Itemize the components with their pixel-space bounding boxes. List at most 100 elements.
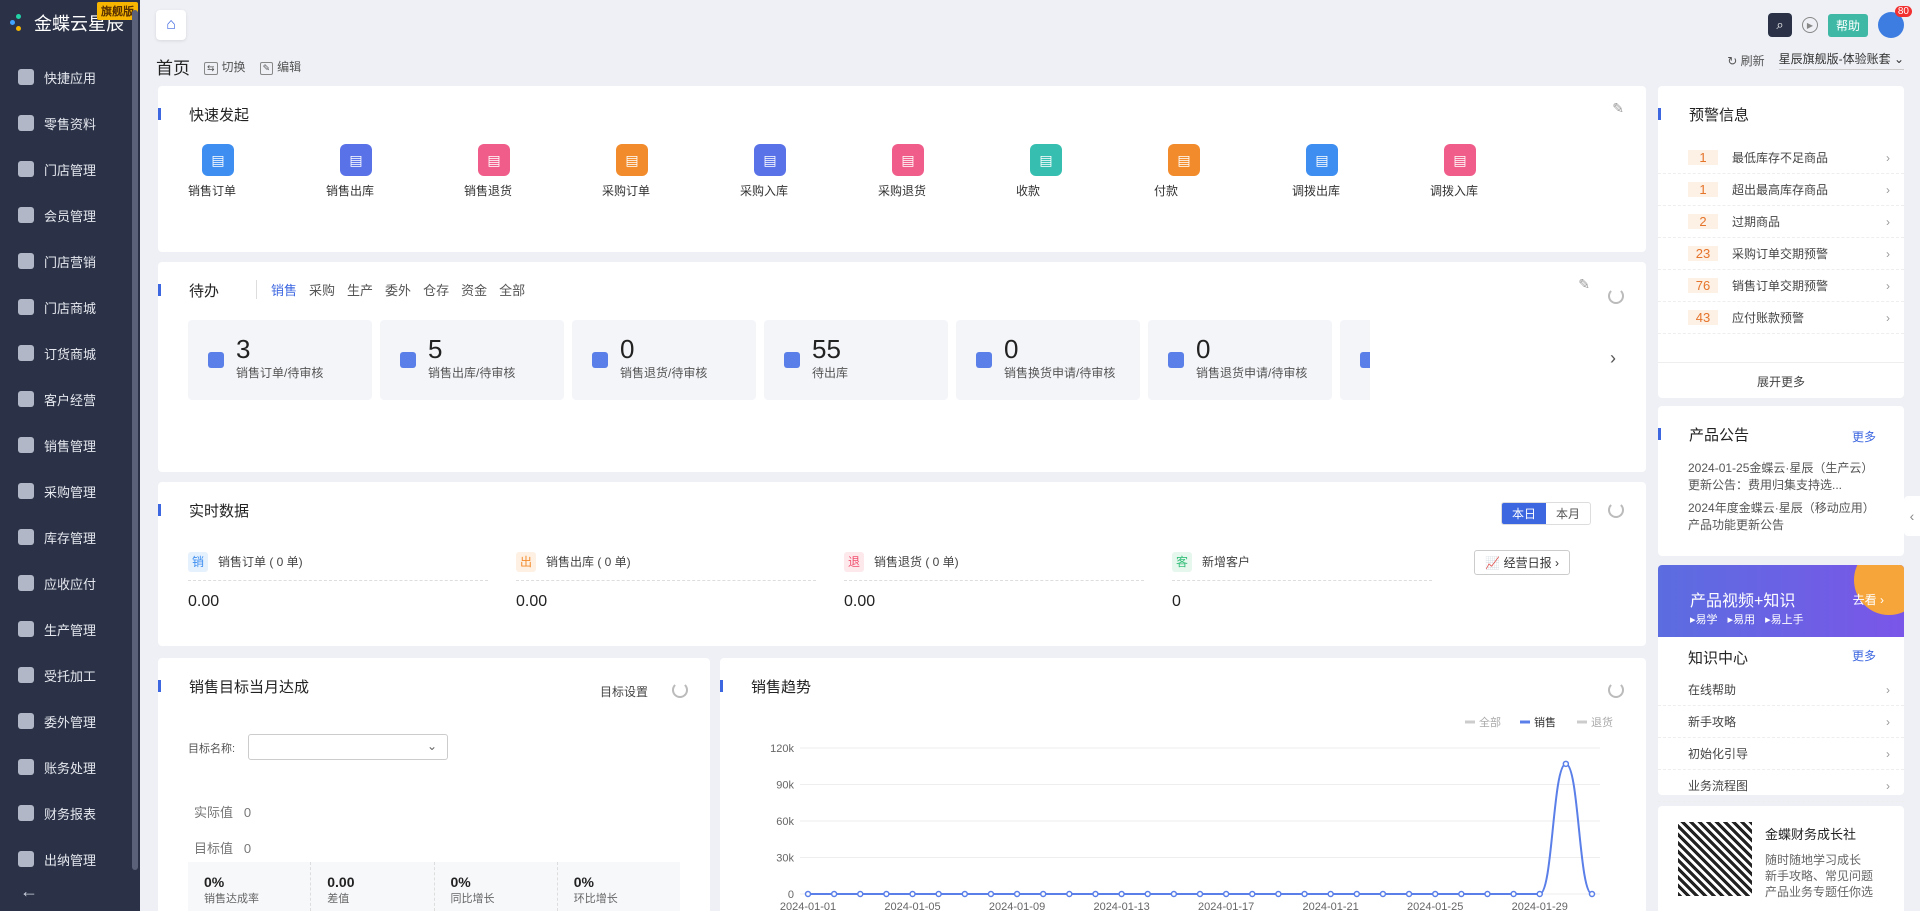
data-point[interactable] xyxy=(1118,890,1125,898)
sidebar-item[interactable]: 零售资料 xyxy=(0,100,140,146)
data-point[interactable] xyxy=(1301,890,1308,898)
legend-item[interactable]: 销售 xyxy=(1534,715,1556,729)
todo-item[interactable]: 55 待出库 xyxy=(764,320,948,400)
target-name-select[interactable]: ⌄ xyxy=(248,734,448,760)
sidebar-item[interactable]: 采购管理 xyxy=(0,468,140,514)
knowledge-item[interactable]: 业务流程图 › xyxy=(1658,770,1904,802)
daily-report-button[interactable]: 📈 经营日报 › xyxy=(1474,550,1570,575)
sidebar-item[interactable]: 会员管理 xyxy=(0,192,140,238)
data-point[interactable] xyxy=(961,890,969,898)
warning-item[interactable]: 2 过期商品 › xyxy=(1658,206,1904,238)
sidebar-item[interactable]: 生产管理 xyxy=(0,606,140,652)
data-point[interactable] xyxy=(1458,890,1465,898)
promo-banner[interactable]: 产品视频+知识 去看 › ▸易学 ▸易用 ▸易上手 xyxy=(1658,565,1904,637)
knowledge-item[interactable]: 初始化引导 › xyxy=(1658,738,1904,770)
data-point[interactable] xyxy=(1275,890,1282,898)
knowledge-item[interactable]: 新手攻略 › xyxy=(1658,706,1904,738)
todo-tab[interactable]: 委外 xyxy=(385,280,411,299)
data-point[interactable] xyxy=(1353,890,1361,898)
todo-item[interactable]: 0 销售退货申请/待审核 xyxy=(1148,320,1332,400)
data-point[interactable] xyxy=(1039,890,1047,898)
refresh-button[interactable]: ↻ 刷新 xyxy=(1727,52,1764,69)
data-point[interactable] xyxy=(1092,890,1099,898)
data-point[interactable] xyxy=(857,890,864,898)
sidebar-item[interactable]: 订货商城 xyxy=(0,330,140,376)
help-button[interactable]: 帮助 xyxy=(1827,13,1868,37)
sidebar-scrollbar[interactable] xyxy=(132,10,138,870)
todo-item[interactable]: 1销售报价单/待审核 xyxy=(1340,320,1370,400)
quick-launch-item[interactable]: ▤ 付款 xyxy=(1154,144,1292,199)
data-point[interactable] xyxy=(1066,890,1073,898)
data-point[interactable] xyxy=(935,890,942,898)
notice-more-link[interactable]: 更多 xyxy=(1852,428,1876,445)
data-point[interactable] xyxy=(1170,890,1178,898)
data-point[interactable] xyxy=(1379,890,1387,898)
data-point[interactable] xyxy=(1327,890,1334,898)
warning-item[interactable]: 76 销售订单交期预警 › xyxy=(1658,270,1904,302)
data-point[interactable] xyxy=(1196,890,1204,898)
todo-item[interactable]: 0 销售退货/待审核 xyxy=(572,320,756,400)
data-point[interactable] xyxy=(1536,890,1543,898)
data-point[interactable] xyxy=(1405,890,1413,898)
data-point[interactable] xyxy=(1510,890,1517,898)
sidebar-item[interactable]: 门店管理 xyxy=(0,146,140,192)
todo-item[interactable]: 0 销售换货申请/待审核 xyxy=(956,320,1140,400)
sidebar-item[interactable]: 委外管理 xyxy=(0,698,140,744)
promo-go-link[interactable]: 去看 › xyxy=(1853,591,1884,608)
expand-more-link[interactable]: 展开更多 xyxy=(1658,362,1904,390)
account-selector[interactable]: 星辰旗舰版-体验账套 ⌄ xyxy=(1778,50,1904,70)
collapse-sidebar-button[interactable]: ← xyxy=(0,871,140,911)
knowledge-item[interactable]: 在线帮助 › xyxy=(1658,674,1904,706)
todo-item[interactable]: 5 销售出库/待审核 xyxy=(380,320,564,400)
quick-launch-item[interactable]: ▤ 销售退货 xyxy=(464,144,602,199)
todo-tab[interactable]: 资金 xyxy=(461,280,487,299)
data-point[interactable] xyxy=(1144,890,1151,898)
quick-launch-item[interactable]: ▤ 采购订单 xyxy=(602,144,740,199)
refresh-realtime-icon[interactable] xyxy=(1608,502,1624,518)
search-button[interactable]: ⌕ xyxy=(1767,13,1792,37)
refresh-todo-icon[interactable] xyxy=(1608,288,1624,304)
target-settings-link[interactable]: 目标设置 xyxy=(600,683,648,700)
notice-item[interactable]: 2024年度金蝶云·星辰（移动应用）产品功能更新公告 xyxy=(1688,500,1878,534)
sidebar-item[interactable]: 账务处理 xyxy=(0,744,140,790)
todo-tab[interactable]: 全部 xyxy=(499,280,525,299)
data-point[interactable] xyxy=(987,890,995,898)
data-point[interactable] xyxy=(909,890,916,898)
data-point[interactable] xyxy=(804,890,812,898)
data-point[interactable] xyxy=(1484,890,1491,898)
sidebar-item[interactable]: 门店商城 xyxy=(0,284,140,330)
quick-launch-item[interactable]: ▤ 调拨入库 xyxy=(1430,144,1568,199)
warning-item[interactable]: 23 采购订单交期预警 › xyxy=(1658,238,1904,270)
data-point[interactable] xyxy=(1562,760,1570,768)
quick-launch-item[interactable]: ▤ 销售订单 xyxy=(188,144,326,199)
sidebar-item[interactable]: 客户经营 xyxy=(0,376,140,422)
refresh-target-icon[interactable] xyxy=(672,682,688,698)
home-button[interactable]: ⌂ xyxy=(156,10,186,40)
edit-link[interactable]: ✎ 编辑 xyxy=(259,58,301,75)
legend-item[interactable]: 退货 xyxy=(1591,715,1613,729)
data-point[interactable] xyxy=(1013,890,1021,898)
quick-launch-item[interactable]: ▤ 采购入库 xyxy=(740,144,878,199)
sidebar-item[interactable]: 门店营销 xyxy=(0,238,140,284)
data-point[interactable] xyxy=(1249,890,1256,898)
todo-item[interactable]: 3 销售订单/待审核 xyxy=(188,320,372,400)
quick-launch-item[interactable]: ▤ 销售出库 xyxy=(326,144,464,199)
warning-item[interactable]: 1 超出最高库存商品 › xyxy=(1658,174,1904,206)
todo-tab[interactable]: 采购 xyxy=(309,280,335,299)
play-video-button[interactable]: ▶ xyxy=(1801,17,1818,33)
warning-item[interactable]: 43 应付账款预警 › xyxy=(1658,302,1904,334)
knowledge-more-link[interactable]: 更多 xyxy=(1852,647,1876,664)
edit-todo-icon[interactable]: ✎ xyxy=(1578,276,1590,293)
data-point[interactable] xyxy=(883,890,890,898)
edit-quick-icon[interactable]: ✎ xyxy=(1612,100,1624,117)
legend-item[interactable]: 全部 xyxy=(1479,715,1501,729)
brand-logo[interactable]: 金蝶云星辰 旗舰版 xyxy=(0,0,140,46)
switch-link[interactable]: ⇆ 切换 xyxy=(204,58,246,75)
todo-tab[interactable]: 销售 xyxy=(271,280,297,299)
tab-month[interactable]: 本月 xyxy=(1546,503,1590,524)
todo-tab[interactable]: 仓存 xyxy=(423,280,449,299)
sidebar-item[interactable]: 受托加工 xyxy=(0,652,140,698)
warning-item[interactable]: 1 最低库存不足商品 › xyxy=(1658,142,1904,174)
sidebar-item[interactable]: 财务报表 xyxy=(0,790,140,836)
refresh-trend-icon[interactable] xyxy=(1608,682,1624,698)
